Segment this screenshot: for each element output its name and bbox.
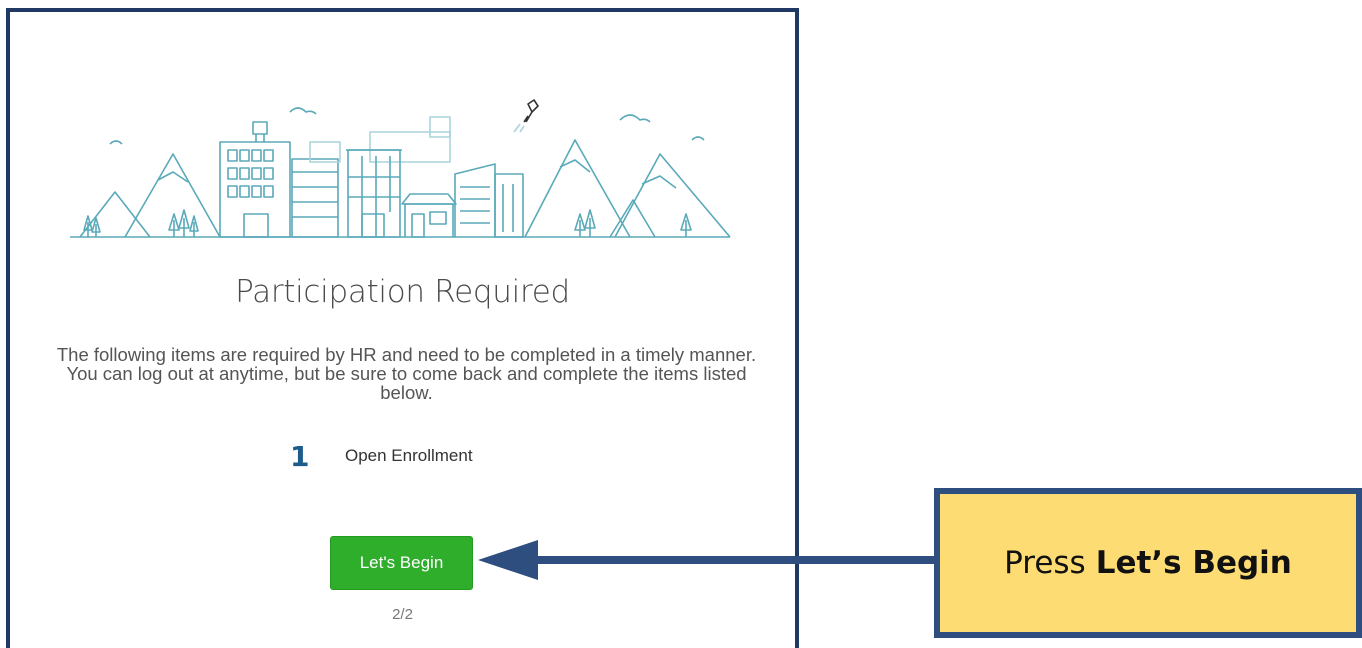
item-label: Open Enrollment (345, 446, 473, 465)
callout-prefix: Press (1004, 545, 1086, 581)
lets-begin-button[interactable]: Let's Begin (330, 536, 473, 590)
page-indicator: 2/2 (392, 606, 413, 623)
instruction-callout: Press Let’s Begin (934, 488, 1362, 638)
item-number: 1 (290, 440, 310, 473)
callout-emphasis: Let’s Begin (1095, 545, 1292, 581)
required-item: 1 Open Enrollment (10, 440, 795, 473)
city-skyline-illustration (70, 99, 731, 238)
dialog-title: Participation Required (235, 274, 570, 310)
dialog-description: The following items are required by HR a… (56, 344, 757, 403)
arrow-left-icon (478, 540, 936, 580)
